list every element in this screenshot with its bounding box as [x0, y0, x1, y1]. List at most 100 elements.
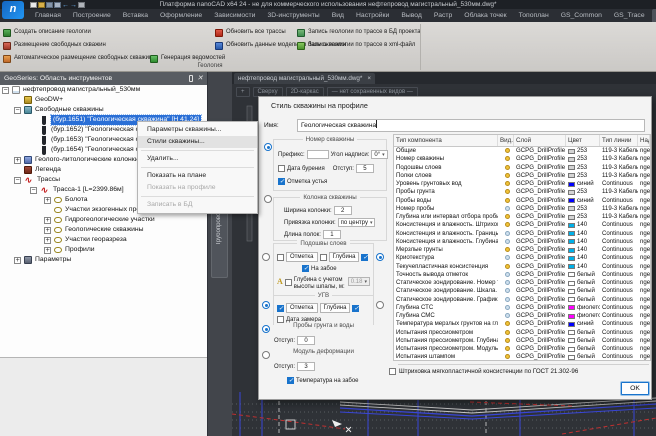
style-name-input[interactable]: Геологическая скважина — [297, 119, 645, 132]
table-row[interactable]: Консистенция и влажность. ШтриховкаGCPG_… — [394, 221, 650, 229]
soles-left-radio[interactable] — [262, 253, 270, 261]
table-row[interactable]: Испытания прессиометром. ГлубинаGCPG_Dri… — [394, 337, 650, 345]
mouth-mark-checkbox[interactable] — [278, 178, 285, 185]
write-geology-db-button[interactable]: Запись геологии по трассе в БД проекта — [297, 28, 421, 37]
table-row[interactable]: Текучепластичная консистенцияGCPG_DrillP… — [394, 263, 650, 271]
doc-tab-close-icon[interactable]: × — [367, 73, 371, 84]
col-linetype[interactable]: Тип линии — [600, 135, 638, 146]
angle-select[interactable]: 0° — [371, 150, 387, 159]
col-layer[interactable]: Слой — [514, 135, 566, 146]
tab-rastr[interactable]: Растр — [429, 9, 457, 22]
tab-gs-trace[interactable]: GS_Trace — [609, 9, 650, 22]
well-number-radio[interactable] — [264, 143, 272, 151]
table-row[interactable]: Консистенция и влажность. Глубина или оG… — [394, 238, 650, 246]
table-row[interactable]: Консистенция и влажность. ГраницыGCPG_Dr… — [394, 230, 650, 238]
tab-vyvod[interactable]: Вывод — [396, 9, 427, 22]
ugv-left-radio[interactable] — [262, 301, 270, 309]
menu-item-well-parameters[interactable]: Параметры скважины... — [138, 124, 257, 136]
tree-item-parameters[interactable]: +Параметры — [0, 255, 207, 265]
create-geology-button[interactable]: Создать описание геологии — [3, 28, 91, 37]
prefix-input[interactable] — [307, 150, 329, 159]
table-row[interactable]: Испытания прессиометромGCPG_DrillProfile… — [394, 329, 650, 337]
shelf-length-input[interactable]: 1 — [323, 230, 341, 239]
document-tab[interactable]: нефтепровод магистральный_530мм.dwg*× — [234, 73, 375, 84]
place-free-wells-button[interactable]: Размещение свободных скважин — [3, 41, 106, 50]
auto-place-free-wells-button[interactable]: Автоматическое размещение свободных сква… — [3, 54, 152, 63]
app-logo-icon[interactable]: n — [2, 1, 24, 19]
table-row[interactable]: Номер пробыGCPG_DrillProfile253119-3 Каб… — [394, 205, 650, 213]
table-row[interactable]: Номер скважиныGCPG_DrillProfile253119-3 … — [394, 155, 650, 163]
samples-offset-input[interactable]: 0 — [297, 336, 315, 345]
tree-item-profiles[interactable]: +Профили — [0, 245, 207, 255]
offset-input[interactable]: 5 — [356, 164, 374, 173]
col-visibility[interactable]: Вид... — [498, 135, 514, 146]
tab-gs-geology[interactable]: GS_Geology — [652, 9, 656, 22]
close-icon[interactable]: ✕ — [197, 75, 203, 82]
tree-item-georazrez[interactable]: +Участки георазреза — [0, 235, 207, 245]
tab-vid[interactable]: Вид — [327, 9, 349, 22]
col-label[interactable]: Надп — [638, 135, 650, 146]
table-row[interactable]: Мерзлые грунтыGCPG_DrillProfile140Contin… — [394, 246, 650, 254]
tab-oformlenie[interactable]: Оформление — [155, 9, 207, 22]
tab-oblaka-tochek[interactable]: Облака точек — [459, 9, 511, 22]
pin-icon[interactable] — [189, 75, 193, 82]
column-width-input[interactable]: 2 — [334, 206, 352, 215]
column-anchor-select[interactable]: по центру — [338, 218, 376, 227]
tab-nastroyki[interactable]: Настройки — [351, 9, 394, 22]
menu-item-show-on-plan[interactable]: Показать на плане — [138, 170, 257, 182]
soles-depth-checkbox[interactable] — [361, 254, 368, 261]
soles-mid-checkbox[interactable] — [320, 254, 327, 261]
tab-vstavka[interactable]: Вставка — [118, 9, 153, 22]
samples-radio[interactable] — [262, 325, 270, 333]
table-row[interactable]: Испытания прессиометром. Модуль дефорGCP… — [394, 345, 650, 353]
second-radio[interactable] — [264, 195, 272, 203]
tab-gs-common[interactable]: GS_Common — [556, 9, 607, 22]
table-row[interactable]: Статическое зондирование. Шкала.GCPG_Dri… — [394, 287, 650, 295]
modulus-offset-input[interactable]: 3 — [297, 362, 315, 371]
table-row[interactable]: Глубина СТСGCPG_DrillProfileфиолетовьCon… — [394, 304, 650, 312]
table-row[interactable]: Испытания штампомGCPG_DrillProfileбелыйC… — [394, 353, 650, 361]
col-component-type[interactable]: Тип компонента — [394, 135, 498, 146]
soles-right-radio[interactable] — [376, 253, 384, 261]
menu-item-delete[interactable]: Удалить... — [138, 153, 257, 165]
table-row[interactable]: КриотекстураGCPG_DrillProfile140Continuo… — [394, 254, 650, 262]
bottom-temperature-checkbox[interactable] — [287, 377, 294, 384]
table-row[interactable]: Точность вывода отметокGCPG_DrillProfile… — [394, 271, 650, 279]
tree-item-free-wells[interactable]: −Свободные скважины — [0, 105, 207, 115]
drilling-date-checkbox[interactable] — [278, 165, 285, 172]
menu-item-well-styles[interactable]: Стили скважины... — [138, 136, 257, 148]
table-row[interactable]: Температура мерзлых грунтов на глубинеGC… — [394, 320, 650, 328]
table-row[interactable]: Статическое зондирование. Номер точки.GC… — [394, 279, 650, 287]
table-row[interactable]: Глубина СМСGCPG_DrillProfileфиолетовьCon… — [394, 312, 650, 320]
tab-zavisimosti[interactable]: Зависимости — [209, 9, 260, 22]
modulus-radio[interactable] — [262, 351, 270, 359]
tab-postroenie[interactable]: Построение — [68, 9, 116, 22]
hatch-gost-checkbox[interactable] — [389, 368, 396, 375]
col-color[interactable]: Цвет — [566, 135, 600, 146]
table-row[interactable]: Полки слоевGCPG_DrillProfile253119-3 Каб… — [394, 172, 650, 180]
write-geology-xml-button[interactable]: Запись геологии по трассе в xml-файл — [297, 41, 415, 50]
ugv-depth-checkbox[interactable] — [352, 305, 359, 312]
tree-item-geodw[interactable]: GeoDW+ — [0, 95, 207, 105]
tab-3d-tools[interactable]: 3D-инструменты — [262, 9, 324, 22]
table-row[interactable]: Статическое зондирование. График.GCPG_Dr… — [394, 296, 650, 304]
table-row[interactable]: Пробы водыGCPG_DrillProfileсинийContinuo… — [394, 197, 650, 205]
tab-glavnaya[interactable]: Главная — [30, 9, 66, 22]
refresh-traces-button[interactable]: Обновить все трассы — [215, 28, 286, 37]
tree-item-geo-wells[interactable]: +Геологические скважины — [0, 225, 207, 235]
tab-topoplan[interactable]: Топоплан — [514, 9, 554, 22]
tree-item-document[interactable]: −нефтепровод магистральный_530мм — [0, 85, 207, 95]
at-bottom-checkbox[interactable] — [302, 265, 309, 272]
table-row[interactable]: Пробы грунтаGCPG_DrillProfile253119-3 Ка… — [394, 188, 650, 196]
ugv-right-radio[interactable] — [376, 301, 384, 309]
table-row[interactable]: Глубина или интервал отбора пробыGCPG_Dr… — [394, 213, 650, 221]
table-row[interactable]: ОбщиеGCPG_DrillProfile253119-3 Кабельnge… — [394, 147, 650, 155]
palette-header[interactable]: GeoSeries: Область инструментов ✕ — [0, 72, 207, 85]
generate-sheets-button[interactable]: Генерация ведомостей — [150, 54, 225, 63]
soles-mark-checkbox[interactable] — [277, 254, 284, 261]
ugv-mark-checkbox[interactable] — [277, 305, 284, 312]
sleeper-depth-checkbox[interactable] — [285, 279, 292, 286]
tree-item-hydrogeo[interactable]: +Гидрогеологические участки — [0, 215, 207, 225]
ok-button[interactable]: OK — [621, 382, 649, 395]
table-row[interactable]: Подошвы слоевGCPG_DrillProfile253119-3 К… — [394, 164, 650, 172]
